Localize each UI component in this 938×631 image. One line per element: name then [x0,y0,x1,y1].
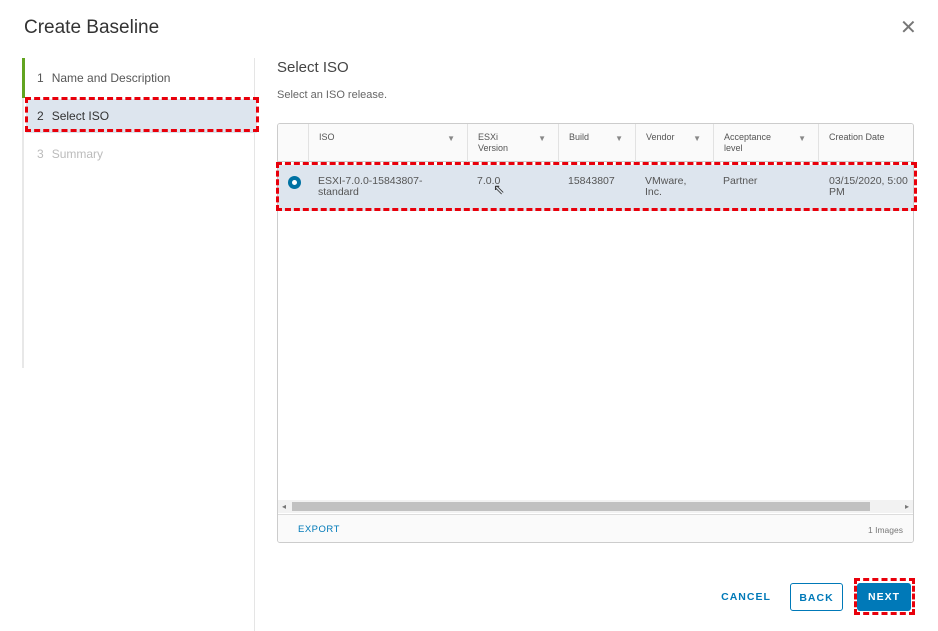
created-text: 03/15/2020, 5:00 PM [829,176,908,198]
column-label: Vendor [646,132,675,142]
wizard-steps: 1 Name and Description 2 Select ISO 3 Summa… [22,58,257,631]
step-label: Summary [51,147,104,161]
cancel-button[interactable]: CANCEL [715,583,777,611]
close-icon[interactable]: ✕ [900,18,917,38]
scrollbar-thumb[interactable] [292,502,870,511]
filter-icon[interactable]: ▼ [693,133,701,144]
column-esxi-version[interactable]: ESXi Version ▼ [467,124,558,162]
column-label: Acceptance level [724,132,772,153]
step-summary: 3 Summary [26,137,257,171]
step-select-iso[interactable]: 2 Select ISO [26,99,257,133]
horizontal-scrollbar[interactable]: ◂ ▸ [278,500,913,513]
column-label: ISO [319,132,335,142]
cell-iso: ESXI-7.0.0-15843807-standard [318,175,423,198]
step-name-description[interactable]: 1 Name and Description [26,61,257,95]
step-done-marker [22,58,25,98]
cell-acceptance: Partner [723,175,758,187]
column-label: Build [569,132,590,142]
page-subtitle: Select an ISO release. [277,89,388,101]
item-count: 1 Images [868,525,903,535]
step-number: 2 [37,109,44,123]
step-progress-line [22,58,25,368]
next-button[interactable]: NEXT [857,583,911,611]
step-label: Select ISO [51,109,110,123]
filter-icon[interactable]: ▼ [615,133,623,144]
table-row[interactable]: ESXI-7.0.0-15843807-standard 7.0.0 15843… [278,165,913,211]
iso-table: ISO ▼ ESXi Version ▼ Build ▼ Vendor ▼ Accept… [277,123,914,543]
table-footer: EXPORT 1 Images [278,514,913,542]
filter-icon[interactable]: ▼ [538,133,546,144]
step-number: 1 [37,71,44,85]
row-radio[interactable] [288,176,301,189]
export-button[interactable]: EXPORT [298,524,340,535]
column-build[interactable]: Build ▼ [558,124,635,162]
filter-icon[interactable]: ▼ [447,133,455,144]
column-acceptance[interactable]: Acceptance level ▼ [713,124,818,162]
column-label: ESXi Version [478,132,509,153]
column-label: Creation Date [829,132,885,142]
dialog-title: Create Baseline [24,17,160,38]
table-header: ISO ▼ ESXi Version ▼ Build ▼ Vendor ▼ Accept… [278,124,913,162]
scroll-right-icon[interactable]: ▸ [905,500,909,513]
scroll-left-icon[interactable]: ◂ [282,500,286,513]
page-title: Select ISO [277,59,349,76]
column-creation-date[interactable]: Creation Date [818,124,913,162]
column-vendor[interactable]: Vendor ▼ [635,124,713,162]
cell-vendor: VMware, Inc. [645,175,687,198]
mouse-cursor-icon: ⇖ [493,181,505,197]
filter-icon[interactable]: ▼ [798,133,806,144]
cell-build: 15843807 [568,175,615,187]
column-iso[interactable]: ISO ▼ [308,124,467,162]
cell-created: 03/15/2020, 5:00 PM [829,176,913,198]
step-number: 3 [37,147,44,161]
step-label: Name and Description [51,71,171,85]
back-button[interactable]: BACK [790,583,843,611]
